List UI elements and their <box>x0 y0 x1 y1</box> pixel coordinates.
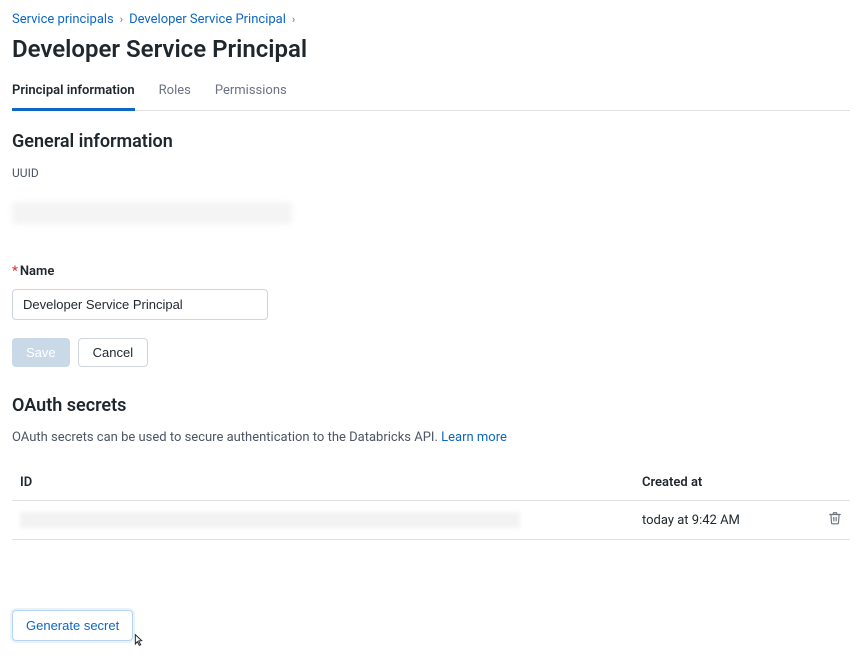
col-header-actions <box>814 465 850 501</box>
tab-permissions[interactable]: Permissions <box>215 77 287 111</box>
tab-principal-information[interactable]: Principal information <box>12 77 135 111</box>
tabs: Principal information Roles Permissions <box>12 77 850 111</box>
breadcrumb-link-current[interactable]: Developer Service Principal <box>129 12 286 27</box>
tab-roles[interactable]: Roles <box>159 77 191 111</box>
learn-more-link[interactable]: Learn more <box>441 430 507 445</box>
table-row: today at 9:42 AM <box>12 501 850 540</box>
breadcrumb: Service principals › Developer Service P… <box>12 12 850 27</box>
created-at-cell: today at 9:42 AM <box>634 501 814 540</box>
cancel-button[interactable]: Cancel <box>78 338 148 367</box>
general-info-heading: General information <box>12 131 850 152</box>
required-asterisk: * <box>12 264 18 279</box>
breadcrumb-separator: › <box>120 13 123 26</box>
col-header-id: ID <box>12 465 634 501</box>
col-header-created-at: Created at <box>634 465 814 501</box>
page-title: Developer Service Principal <box>12 35 850 63</box>
breadcrumb-link-service-principals[interactable]: Service principals <box>12 12 114 27</box>
cursor-icon <box>130 632 146 648</box>
oauth-secrets-table: ID Created at today at 9:42 AM <box>12 465 850 540</box>
oauth-subtext: OAuth secrets can be used to secure auth… <box>12 430 850 445</box>
breadcrumb-separator: › <box>292 13 295 26</box>
oauth-secrets-heading: OAuth secrets <box>12 395 850 416</box>
generate-secret-button[interactable]: Generate secret <box>12 610 133 641</box>
name-input[interactable] <box>12 289 268 320</box>
secret-id-redacted <box>20 512 520 528</box>
name-label: *Name <box>12 264 850 279</box>
trash-icon[interactable] <box>828 511 842 525</box>
uuid-label: UUID <box>12 166 850 180</box>
uuid-value-redacted <box>12 202 292 224</box>
save-button[interactable]: Save <box>12 338 70 367</box>
